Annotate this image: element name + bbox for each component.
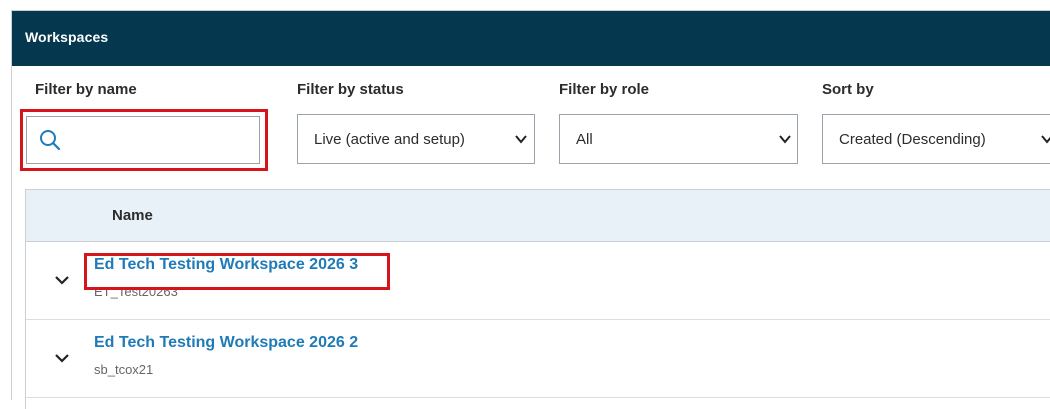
table-row: Ed Tech Testing Workspace 2026 2 sb_tcox… [26,320,1050,398]
filter-role-select[interactable]: All [559,114,798,164]
filter-role-label: Filter by role [559,81,650,98]
chevron-down-icon [515,135,527,144]
filter-status-select[interactable]: Live (active and setup) [297,114,535,164]
panel-title: Workspaces [25,29,109,45]
table-header: Name [26,190,1050,242]
column-header-name[interactable]: Name [112,207,153,224]
expand-chevron-icon[interactable] [54,350,70,366]
panel-header: Workspaces [12,11,1050,66]
workspaces-table: Name Ed Tech Testing Workspace 2026 3 ET… [25,189,1050,409]
expand-chevron-icon[interactable] [54,272,70,288]
filter-status-label: Filter by status [297,81,404,98]
sort-by-value: Created (Descending) [839,131,986,148]
filter-role-value: All [576,131,593,148]
search-highlight-box [20,109,268,171]
chevron-down-icon [779,135,791,144]
chevron-down-icon [1041,135,1050,144]
filter-status-value: Live (active and setup) [314,131,465,148]
sort-by-label: Sort by [822,81,874,98]
title-highlight-box [84,253,390,290]
workspace-link[interactable]: Ed Tech Testing Workspace 2026 2 [94,334,358,352]
sort-by-select[interactable]: Created (Descending) [822,114,1050,164]
workspace-code: sb_tcox21 [94,362,154,377]
filter-name-label: Filter by name [35,81,137,98]
